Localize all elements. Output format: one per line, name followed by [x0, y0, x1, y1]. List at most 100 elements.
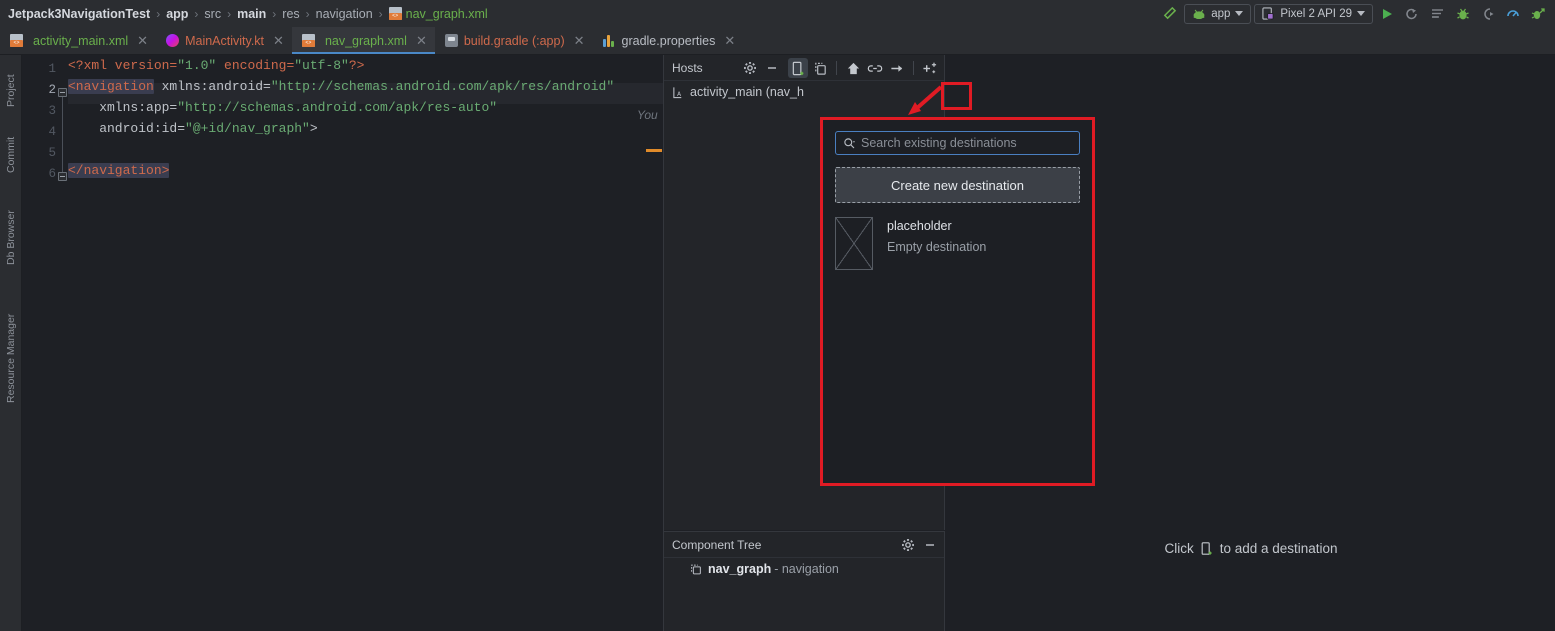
component-tree-node-nav-graph[interactable]: nav_graph - navigation [664, 558, 944, 580]
activity-icon: A [673, 86, 682, 98]
run-configuration-selector[interactable]: app [1184, 3, 1252, 24]
breadcrumb-separator: › [156, 6, 161, 21]
editor-warning-marker[interactable] [646, 149, 662, 152]
sidebar-item-label: Commit [5, 136, 17, 173]
device-icon [1262, 6, 1274, 20]
arrow-right-icon[interactable] [887, 58, 907, 78]
line-number: 3 [48, 104, 56, 118]
search-icon [844, 137, 856, 148]
host-row-activity-main[interactable]: A activity_main (nav_h [664, 81, 944, 103]
tab-activity-main-xml[interactable]: <> activity_main.xml ✕ [0, 27, 156, 54]
navigation-graph-icon [691, 564, 701, 574]
breadcrumb-item-navigation[interactable]: navigation [316, 7, 373, 21]
breadcrumb-item-project[interactable]: Jetpack3NavigationTest [8, 7, 150, 21]
component-tree-actions [898, 532, 940, 558]
search-input[interactable]: Search existing destinations [835, 131, 1080, 155]
sidebar-item-project[interactable]: Project [0, 55, 22, 107]
line-number: 1 [48, 62, 56, 76]
breadcrumb-item-main[interactable]: main [237, 7, 266, 21]
code-line-2: <navigation xmlns:android="http://schema… [68, 79, 615, 94]
top-toolbar: Jetpack3NavigationTest › app › src › mai… [0, 0, 1555, 27]
hint-suffix: to add a destination [1219, 541, 1338, 556]
create-new-destination-button[interactable]: Create new destination [835, 167, 1080, 203]
component-tree-header: Component Tree [664, 532, 944, 558]
logcat-icon[interactable] [1426, 4, 1449, 24]
close-icon[interactable]: ✕ [724, 33, 735, 49]
chevron-down-icon [1235, 11, 1244, 16]
component-tree-title: Component Tree [672, 537, 762, 552]
nested-graph-button[interactable] [810, 58, 830, 78]
sidebar-item-db-browser[interactable]: Db Browser [0, 177, 22, 265]
new-destination-button[interactable] [788, 58, 808, 78]
rerun-icon[interactable] [1401, 4, 1423, 24]
run-icon[interactable] [1376, 4, 1398, 24]
tab-gradle-properties[interactable]: gradle.properties ✕ [593, 27, 744, 54]
editor-gutter: 1 2 3 4 5 6 [22, 55, 67, 631]
properties-icon [602, 34, 616, 47]
tab-label: MainActivity.kt [185, 33, 265, 48]
tab-nav-graph-xml[interactable]: <> nav_graph.xml ✕ [291, 27, 435, 54]
hosts-panel-actions [740, 55, 940, 81]
sidebar-item-label: Project [5, 74, 17, 107]
close-icon[interactable]: ✕ [574, 33, 585, 49]
breadcrumb-item-src[interactable]: src [204, 7, 221, 21]
inlay-hint: You [637, 108, 658, 122]
fold-toggle-icon[interactable] [58, 172, 67, 181]
breadcrumb-separator: › [378, 6, 383, 21]
xml-layout-icon: <> [10, 34, 23, 47]
device-label: Pixel 2 API 29 [1280, 7, 1352, 20]
minimize-icon[interactable] [762, 58, 782, 78]
apply-changes-icon[interactable] [1527, 4, 1549, 24]
close-icon[interactable]: ✕ [137, 33, 148, 49]
breadcrumb-item-app[interactable]: app [166, 7, 188, 21]
xml-layout-icon: <> [301, 34, 315, 47]
hint-prefix: Click [1164, 541, 1194, 556]
destination-subtitle: Empty destination [887, 240, 987, 254]
breadcrumb-item-file[interactable]: nav_graph.xml [406, 7, 488, 21]
component-tree-node-type: - navigation [774, 562, 839, 576]
sidebar-item-resource-manager[interactable]: Resource Manager [0, 273, 22, 403]
empty-destination-thumbnail [835, 217, 873, 270]
code-editor[interactable]: 1 2 3 4 5 6 <?xml version="1.0" encoding… [22, 55, 685, 631]
code-line-1: <?xml version="1.0" encoding="utf-8"?> [68, 58, 365, 73]
hosts-panel-title: Hosts [672, 60, 703, 75]
tab-label: activity_main.xml [33, 33, 129, 48]
code-text[interactable]: <?xml version="1.0" encoding="utf-8"?> <… [68, 55, 663, 631]
toolbar-actions: app Pixel 2 API 29 [1158, 0, 1549, 27]
run-config-label: app [1211, 7, 1231, 20]
code-line-3: xmlns:app="http://schemas.android.com/ap… [68, 100, 498, 115]
debug-icon[interactable] [1452, 4, 1474, 24]
tab-build-gradle[interactable]: build.gradle (:app) ✕ [435, 27, 593, 54]
sidebar-item-commit[interactable]: Commit [0, 111, 22, 173]
fold-toggle-icon[interactable] [58, 88, 67, 97]
gear-icon[interactable] [898, 535, 918, 555]
breadcrumb-separator: › [305, 6, 310, 21]
hammer-icon[interactable] [1158, 4, 1181, 24]
close-icon[interactable]: ✕ [416, 33, 427, 49]
gear-icon[interactable] [740, 58, 760, 78]
destination-name: placeholder [887, 219, 952, 233]
component-tree-node-name: nav_graph [708, 562, 772, 576]
tab-mainactivity-kt[interactable]: MainActivity.kt ✕ [156, 27, 292, 54]
breadcrumb-separator: › [272, 6, 277, 21]
breadcrumb-item-res[interactable]: res [282, 7, 299, 21]
code-fold-line [62, 95, 63, 175]
xml-layout-icon: <> [388, 7, 402, 20]
auto-arrange-icon[interactable] [920, 58, 940, 78]
attach-debugger-icon[interactable] [1477, 4, 1499, 24]
device-selector[interactable]: Pixel 2 API 29 [1254, 3, 1373, 24]
kotlin-icon [166, 34, 180, 47]
close-icon[interactable]: ✕ [273, 33, 284, 49]
canvas-empty-hint: Click to add a destination [946, 541, 1555, 556]
profiler-icon[interactable] [1502, 4, 1524, 24]
gradle-icon [444, 34, 458, 47]
sidebar-item-label: Resource Manager [5, 313, 17, 403]
editor-tab-bar: <> activity_main.xml ✕ MainActivity.kt ✕… [0, 27, 1555, 55]
home-icon[interactable] [843, 58, 863, 78]
minimize-icon[interactable] [920, 535, 940, 555]
destination-list-item-placeholder[interactable]: placeholder Empty destination [835, 217, 1080, 270]
breadcrumb: Jetpack3NavigationTest › app › src › mai… [0, 0, 488, 27]
android-icon [1193, 9, 1205, 19]
component-tree-panel: Component Tree nav_graph - navigation [664, 531, 945, 631]
link-icon[interactable] [865, 58, 885, 78]
